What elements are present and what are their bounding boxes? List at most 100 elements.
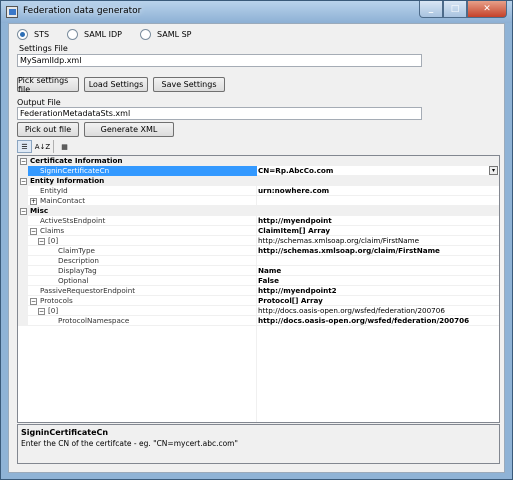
property-name: Protocols bbox=[40, 296, 73, 305]
grid-row-gutter bbox=[18, 226, 28, 236]
grid-property-row[interactable]: EntityId urn:nowhere.com bbox=[18, 186, 499, 196]
property-value[interactable]: CN=Rp.AbcCo.com bbox=[258, 166, 333, 176]
grid-row-gutter bbox=[18, 246, 28, 256]
output-file-label: Output File bbox=[17, 98, 61, 107]
property-name: Description bbox=[58, 256, 99, 265]
title-bar[interactable]: Federation data generator _ □ ✕ bbox=[1, 1, 512, 23]
alphabetical-icon[interactable]: A↓Z bbox=[35, 140, 50, 153]
grid-property-row[interactable]: Description bbox=[18, 256, 499, 266]
collapse-icon[interactable]: − bbox=[20, 158, 27, 165]
collapse-icon[interactable]: − bbox=[38, 308, 45, 315]
property-value[interactable]: False bbox=[258, 276, 279, 286]
property-help-panel: SigninCertificateCn Enter the CN of the … bbox=[17, 424, 500, 464]
grid-property-row[interactable]: − [0] http://docs.oasis-open.org/wsfed/fed… bbox=[18, 306, 499, 316]
pick-settings-file-button[interactable]: Pick settings file bbox=[17, 76, 79, 94]
grid-property-row[interactable]: ProtocolNamespace http://docs.oasis-open.… bbox=[18, 316, 499, 326]
window-title: Federation data generator bbox=[23, 6, 142, 16]
radio-saml-sp[interactable]: SAML SP bbox=[140, 29, 192, 40]
grid-row-gutter bbox=[18, 286, 28, 296]
grid-row-gutter bbox=[18, 216, 28, 226]
grid-row-gutter bbox=[18, 306, 28, 316]
collapse-icon[interactable]: − bbox=[20, 178, 27, 185]
collapse-icon[interactable]: − bbox=[30, 228, 37, 235]
property-name: Claims bbox=[40, 226, 65, 235]
property-name: Certificate Information bbox=[30, 156, 123, 165]
property-value[interactable]: ClaimItem[] Array bbox=[258, 226, 330, 236]
grid-property-row[interactable]: − Claims ClaimItem[] Array bbox=[18, 226, 499, 236]
grid-row-gutter bbox=[18, 166, 28, 176]
grid-property-row[interactable]: ClaimType http://schemas.xmlsoap.org/clai… bbox=[18, 246, 499, 256]
grid-property-row[interactable]: + MainContact bbox=[18, 196, 499, 206]
minimize-button[interactable]: _ bbox=[419, 1, 443, 18]
collapse-icon[interactable]: − bbox=[38, 238, 45, 245]
settings-file-input[interactable]: MySamlIdp.xml bbox=[17, 54, 422, 67]
mode-radio-group: STS SAML IDP SAML SP bbox=[17, 29, 192, 40]
grid-row-gutter bbox=[18, 316, 28, 326]
grid-row-gutter bbox=[18, 196, 28, 206]
grid-property-row[interactable]: Optional False bbox=[18, 276, 499, 286]
property-value[interactable]: http://schemas.xmlsoap.org/claim/FirstNa… bbox=[258, 236, 419, 246]
property-name: ProtocolNamespace bbox=[58, 316, 130, 325]
dropdown-arrow-icon[interactable]: ▾ bbox=[489, 166, 498, 175]
property-name: PassiveRequestorEndpoint bbox=[40, 286, 136, 295]
collapse-icon[interactable]: − bbox=[20, 208, 27, 215]
grid-property-row[interactable]: − Protocols Protocol[] Array bbox=[18, 296, 499, 306]
property-grid-toolbar: ☰ A↓Z ▦ bbox=[17, 140, 72, 153]
grid-property-row[interactable]: PassiveRequestorEndpoint http://myendpoin… bbox=[18, 286, 499, 296]
property-name: ActiveStsEndpoint bbox=[40, 216, 106, 225]
radio-sts[interactable]: STS bbox=[17, 29, 49, 40]
property-grid[interactable]: − Certificate Information SigninCertificat… bbox=[17, 155, 500, 423]
radio-saml-idp[interactable]: SAML IDP bbox=[67, 29, 122, 40]
grid-row-gutter bbox=[18, 236, 28, 246]
grid-category-row[interactable]: − Misc bbox=[18, 206, 499, 216]
app-icon bbox=[6, 6, 18, 18]
property-name: DisplayTag bbox=[58, 266, 97, 275]
property-value[interactable]: http://myendpoint2 bbox=[258, 286, 337, 296]
app-window: Federation data generator _ □ ✕ STS SAML… bbox=[0, 0, 513, 480]
property-name: SigninCertificateCn bbox=[40, 166, 110, 175]
maximize-button[interactable]: □ bbox=[443, 1, 467, 18]
settings-file-label: Settings File bbox=[19, 44, 68, 53]
property-value[interactable]: http://myendpoint bbox=[258, 216, 332, 226]
categorized-icon[interactable]: ☰ bbox=[17, 140, 32, 153]
property-value[interactable]: Protocol[] Array bbox=[258, 296, 323, 306]
grid-property-row[interactable]: − [0] http://schemas.xmlsoap.org/claim/Fir… bbox=[18, 236, 499, 246]
grid-row-gutter bbox=[18, 256, 28, 266]
close-button[interactable]: ✕ bbox=[467, 1, 507, 18]
toolbar-separator bbox=[53, 140, 54, 153]
property-value[interactable]: http://docs.oasis-open.org/wsfed/federat… bbox=[258, 316, 469, 326]
property-name: ClaimType bbox=[58, 246, 95, 255]
property-name: EntityId bbox=[40, 186, 68, 195]
client-area: STS SAML IDP SAML SP Settings File MySam… bbox=[8, 23, 505, 473]
property-name: [0] bbox=[48, 306, 59, 315]
property-name: MainContact bbox=[40, 196, 86, 205]
property-value[interactable]: urn:nowhere.com bbox=[258, 186, 329, 196]
grid-category-row[interactable]: − Entity Information bbox=[18, 176, 499, 186]
grid-row-gutter bbox=[18, 266, 28, 276]
collapse-icon[interactable]: − bbox=[30, 298, 37, 305]
radio-unchecked-icon bbox=[67, 29, 79, 40]
property-value[interactable]: http://schemas.xmlsoap.org/claim/FirstNa… bbox=[258, 246, 440, 256]
property-value[interactable]: http://docs.oasis-open.org/wsfed/federat… bbox=[258, 306, 445, 316]
help-title: SigninCertificateCn bbox=[21, 428, 109, 437]
generate-xml-button[interactable]: Generate XML bbox=[84, 122, 174, 137]
radio-unchecked-icon bbox=[140, 29, 151, 40]
output-file-input[interactable]: FederationMetadataSts.xml bbox=[17, 107, 422, 120]
grid-row-gutter bbox=[18, 276, 28, 286]
grid-property-row[interactable]: ActiveStsEndpoint http://myendpoint bbox=[18, 216, 499, 226]
save-settings-button[interactable]: Save Settings bbox=[153, 77, 225, 92]
grid-row-gutter bbox=[18, 296, 28, 306]
grid-property-row[interactable]: DisplayTag Name bbox=[18, 266, 499, 276]
property-pages-icon[interactable]: ▦ bbox=[57, 140, 72, 153]
pick-out-file-button[interactable]: Pick out file bbox=[17, 122, 79, 137]
property-name: Optional bbox=[58, 276, 89, 285]
grid-category-row[interactable]: − Certificate Information bbox=[18, 156, 499, 166]
radio-checked-icon bbox=[17, 29, 28, 40]
property-name: Entity Information bbox=[30, 176, 105, 185]
grid-property-row[interactable]: SigninCertificateCn CN=Rp.AbcCo.com ▾ bbox=[18, 166, 499, 176]
expand-icon[interactable]: + bbox=[30, 198, 37, 205]
load-settings-button[interactable]: Load Settings bbox=[84, 77, 148, 92]
property-name: Misc bbox=[30, 206, 49, 215]
property-name: [0] bbox=[48, 236, 59, 245]
property-value[interactable]: Name bbox=[258, 266, 281, 276]
